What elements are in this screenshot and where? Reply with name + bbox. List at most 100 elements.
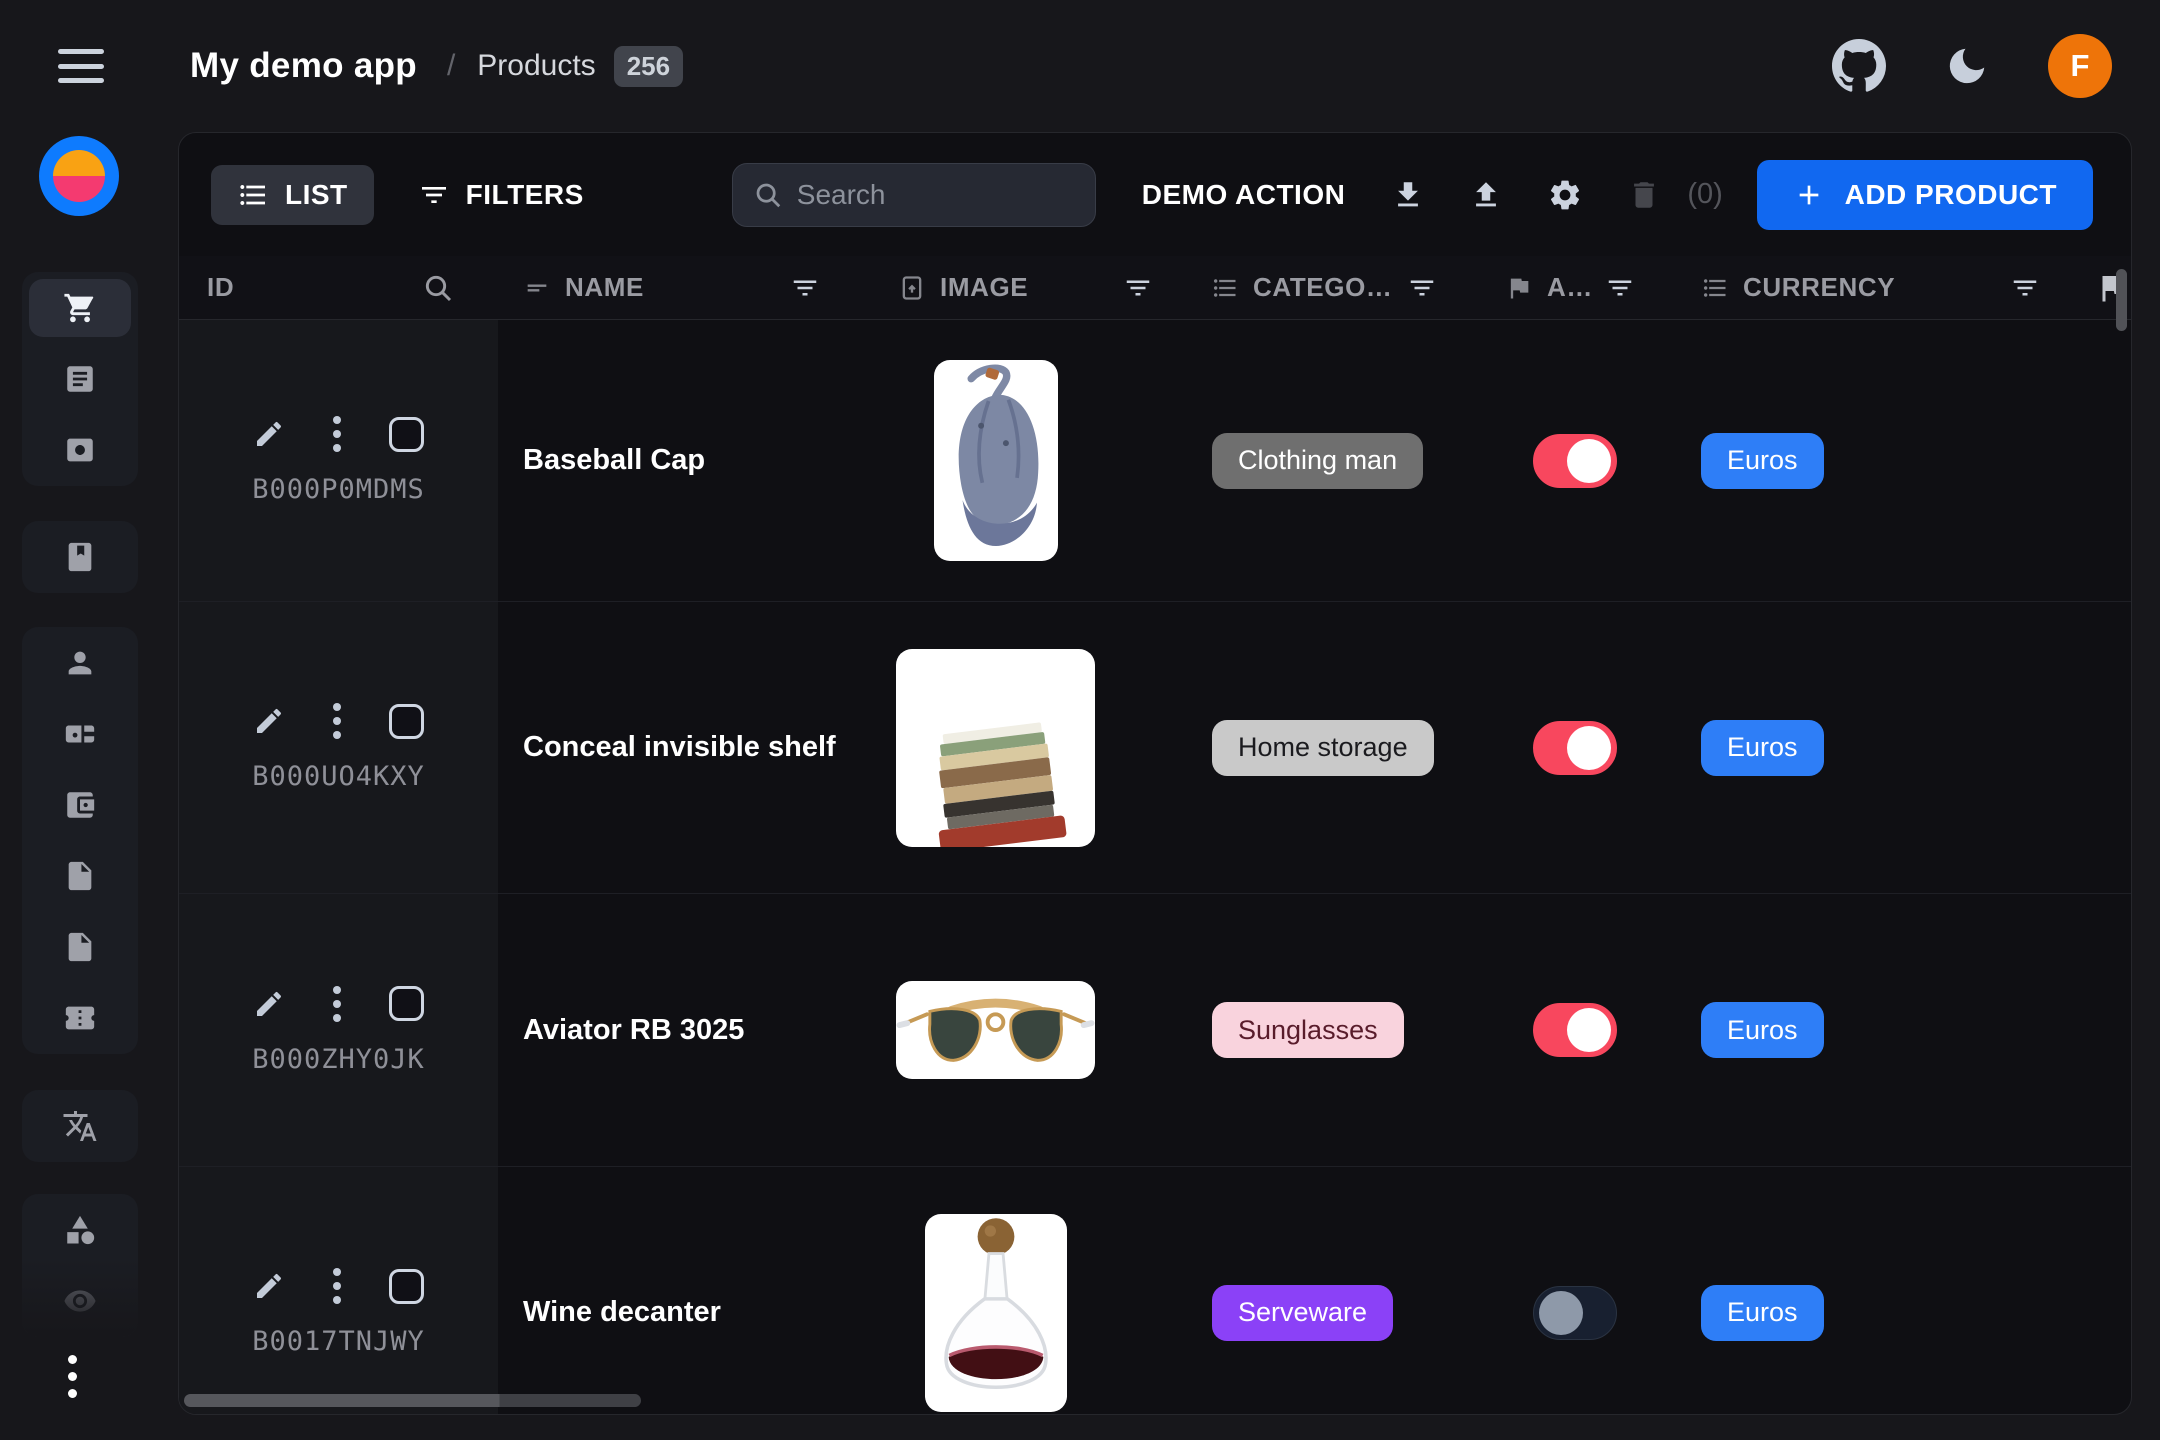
sidebar-item-customers[interactable] — [29, 634, 131, 692]
sidebar-item-coupons[interactable] — [29, 989, 131, 1047]
column-header-name[interactable]: NAME — [498, 256, 868, 319]
breadcrumb-page[interactable]: Products — [477, 49, 595, 83]
search-input[interactable] — [797, 179, 1075, 211]
avatar[interactable]: F — [2048, 34, 2112, 98]
sidebar-item-reference-book[interactable] — [29, 528, 131, 586]
filter-icon[interactable] — [1123, 273, 1153, 303]
currency-cell: Euros — [1651, 602, 2106, 893]
filter-icon[interactable] — [1407, 273, 1437, 303]
sidebar-item-products[interactable] — [29, 279, 131, 337]
book-icon — [63, 540, 97, 574]
kebab-menu-icon[interactable] — [333, 416, 341, 452]
sidebar-item-articles[interactable] — [29, 350, 131, 408]
row-checkbox[interactable] — [389, 704, 424, 739]
row-checkbox[interactable] — [389, 417, 424, 452]
app-title: My demo app — [190, 46, 417, 86]
row-actions — [253, 703, 424, 739]
row-actions — [253, 416, 424, 452]
edit-pencil-icon[interactable] — [253, 1270, 285, 1302]
product-image-aviator-sunglasses — [896, 981, 1095, 1079]
filters-label: FILTERS — [466, 179, 584, 211]
category-cell: Serveware — [1181, 1167, 1461, 1415]
column-header-currency[interactable]: CURRENCY — [1651, 256, 2106, 319]
kebab-menu-icon[interactable] — [333, 986, 341, 1022]
sidebar-item-categories[interactable] — [29, 1201, 131, 1259]
horizontal-scrollbar-thumb[interactable] — [184, 1394, 641, 1407]
list-view-button[interactable]: LIST — [211, 165, 374, 225]
sidebar-item-translations[interactable] — [29, 1097, 131, 1155]
breadcrumb-separator: / — [447, 49, 455, 83]
column-header-image[interactable]: IMAGE — [868, 256, 1181, 319]
sidebar-item-visibility[interactable] — [29, 1272, 131, 1330]
github-icon[interactable] — [1832, 39, 1886, 93]
edit-pencil-icon[interactable] — [253, 705, 285, 737]
column-header-id[interactable]: ID — [179, 256, 498, 319]
camera-roll-icon — [63, 433, 97, 467]
row-checkbox[interactable] — [389, 986, 424, 1021]
filter-icon[interactable] — [1605, 273, 1635, 303]
row-actions — [253, 1268, 424, 1304]
image-cell — [868, 602, 1181, 893]
settings-gear-icon[interactable] — [1547, 177, 1583, 213]
vertical-scrollbar-thumb[interactable] — [2116, 269, 2127, 331]
plus-icon — [1793, 179, 1825, 211]
product-image-baseball-cap — [934, 360, 1058, 561]
demo-action-button[interactable]: DEMO ACTION — [1142, 179, 1346, 211]
sidebar-item-segments[interactable] — [29, 705, 131, 763]
product-name: Wine decanter — [498, 1167, 868, 1415]
active-toggle[interactable] — [1533, 434, 1617, 488]
product-image-wine-decanter — [925, 1214, 1067, 1412]
wallet-icon — [63, 788, 97, 822]
eye-icon — [63, 1284, 97, 1318]
active-cell — [1461, 320, 1651, 601]
table-header: ID NAME IMAGE CATEGO… A… CURRENCY — [179, 256, 2131, 320]
edit-pencil-icon[interactable] — [253, 418, 285, 450]
row-checkbox[interactable] — [389, 1269, 424, 1304]
menu-icon[interactable] — [58, 49, 104, 83]
kebab-menu-icon[interactable] — [333, 1268, 341, 1304]
category-chip: Serveware — [1212, 1285, 1393, 1341]
filters-button[interactable]: FILTERS — [418, 179, 584, 211]
document-icon — [63, 859, 97, 893]
dark-mode-moon-icon[interactable] — [1944, 43, 1990, 89]
filter-icon[interactable] — [2010, 273, 2040, 303]
active-toggle[interactable] — [1533, 1286, 1617, 1340]
products-panel: LIST FILTERS DEMO ACTION (0) ADD PRODUCT… — [178, 132, 2132, 1415]
currency-chip: Euros — [1701, 1002, 1824, 1058]
kebab-menu-icon[interactable] — [333, 703, 341, 739]
sidebar — [0, 132, 178, 1440]
selection-count: (0) — [1687, 178, 1722, 211]
filter-icon — [418, 179, 450, 211]
document-icon — [63, 930, 97, 964]
id-cell: B0017TNJWY — [179, 1167, 498, 1415]
ticket-icon — [63, 1001, 97, 1035]
column-header-active[interactable]: A… — [1461, 256, 1651, 319]
category-cell: Home storage — [1181, 602, 1461, 893]
product-id: B0017TNJWY — [252, 1326, 425, 1357]
sidebar-item-invoices[interactable] — [29, 776, 131, 834]
image-file-icon — [898, 274, 926, 302]
upload-icon[interactable] — [1469, 178, 1503, 212]
download-icon[interactable] — [1391, 178, 1425, 212]
sidebar-more-dots-icon[interactable] — [52, 1344, 92, 1408]
sidebar-item-assets[interactable] — [29, 421, 131, 479]
flag-icon — [2095, 270, 2117, 306]
product-name: Aviator RB 3025 — [498, 894, 868, 1166]
column-label-name: NAME — [565, 272, 644, 303]
filter-icon[interactable] — [790, 273, 820, 303]
add-product-button[interactable]: ADD PRODUCT — [1757, 160, 2093, 230]
edit-pencil-icon[interactable] — [253, 988, 285, 1020]
table-row: B000ZHY0JK Aviator RB 3025 — [179, 893, 2131, 1166]
add-product-label: ADD PRODUCT — [1845, 179, 2057, 211]
column-header-category[interactable]: CATEGO… — [1181, 256, 1461, 319]
product-id: B000UO4KXY — [252, 761, 425, 792]
active-toggle[interactable] — [1533, 721, 1617, 775]
search-icon[interactable] — [422, 272, 454, 304]
topbar-actions: F — [1832, 0, 2112, 132]
active-toggle[interactable] — [1533, 1003, 1617, 1057]
sidebar-item-documents-1[interactable] — [29, 847, 131, 905]
sidebar-item-documents-2[interactable] — [29, 918, 131, 976]
image-cell — [868, 1167, 1181, 1415]
image-cell — [868, 894, 1181, 1166]
currency-chip: Euros — [1701, 433, 1824, 489]
